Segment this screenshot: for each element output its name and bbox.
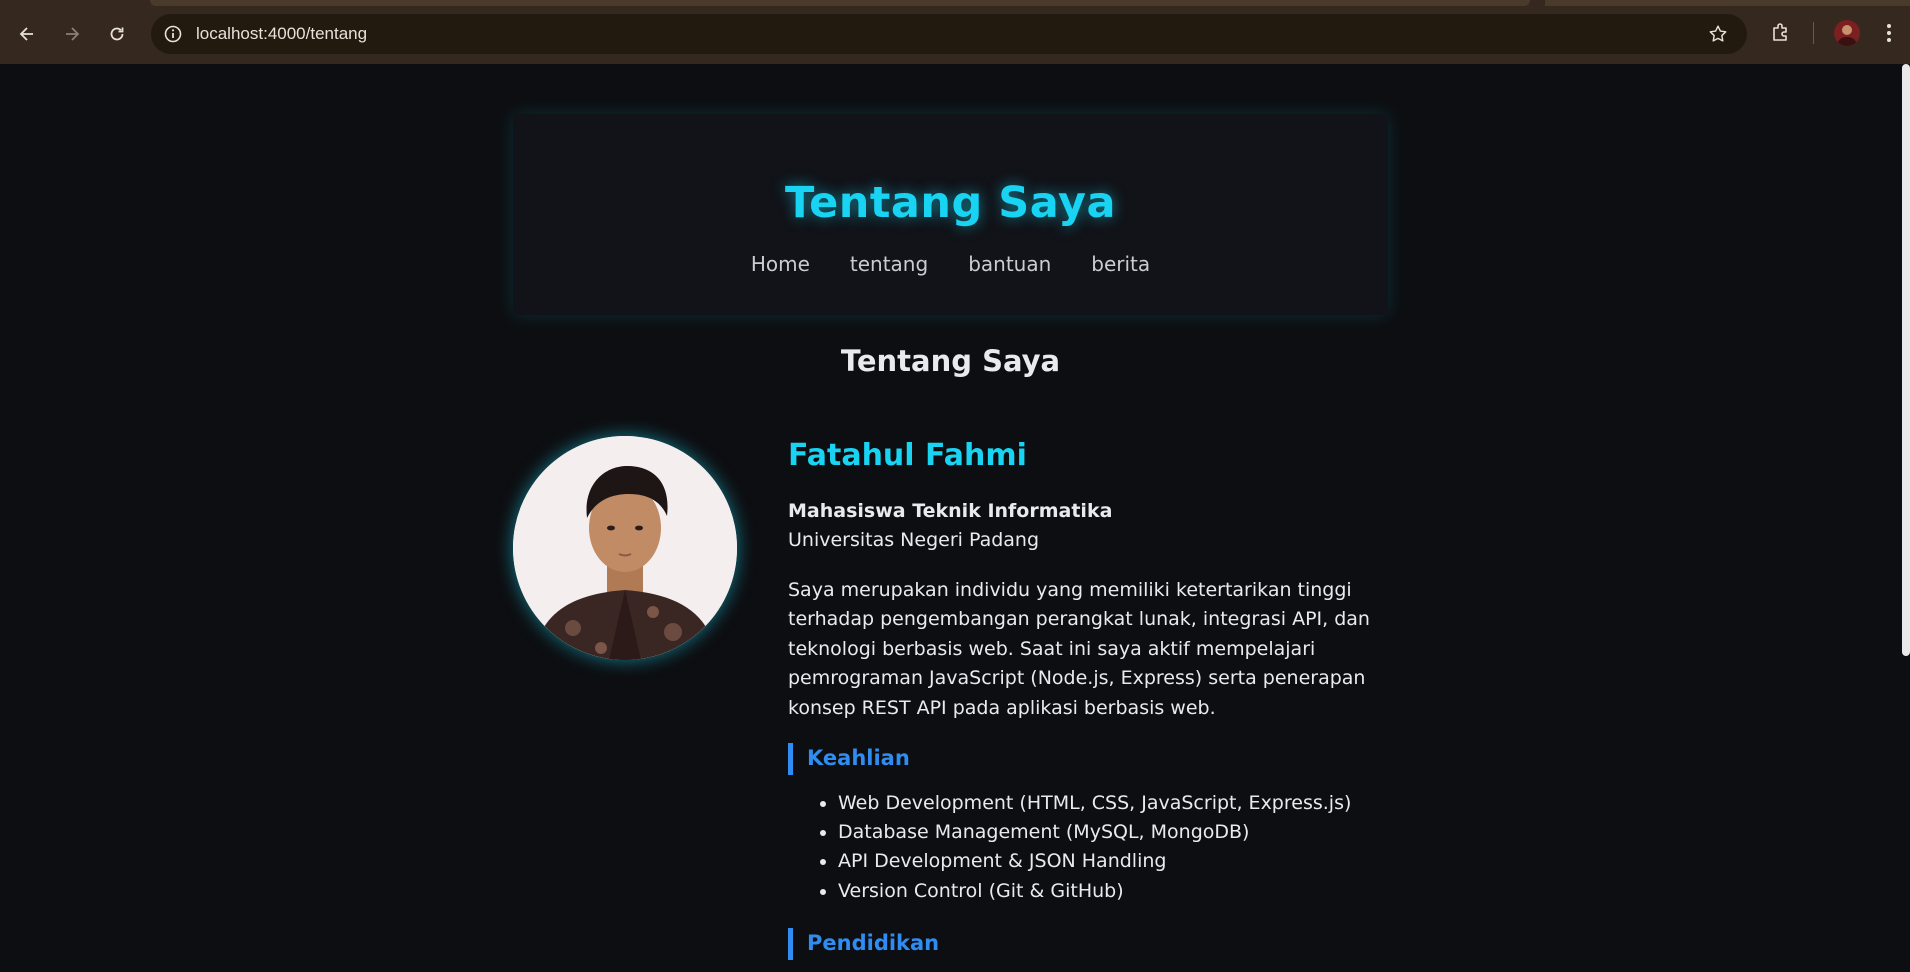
- nav-link-berita[interactable]: berita: [1091, 252, 1150, 276]
- profile-university: Universitas Negeri Padang: [788, 529, 1040, 552]
- education-heading: Pendidikan: [788, 928, 1388, 960]
- extensions-icon[interactable]: [1769, 20, 1793, 44]
- nav-link-home[interactable]: Home: [751, 252, 810, 276]
- nav-link-bantuan[interactable]: bantuan: [968, 252, 1051, 276]
- nav-link-tentang[interactable]: tentang: [850, 252, 928, 276]
- profile-bio: Fatahul Fahmi Mahasiswa Teknik Informati…: [788, 436, 1388, 960]
- reload-icon[interactable]: [100, 17, 134, 51]
- section-title: Tentang Saya: [840, 344, 1061, 378]
- tab-strip-right: [1545, 0, 1910, 6]
- site-title: Tentang Saya: [784, 178, 1117, 228]
- profile-name: Fatahul Fahmi: [788, 438, 1027, 473]
- site-info-icon[interactable]: [163, 24, 183, 44]
- tab-strip: [150, 0, 1530, 6]
- profile-photo: [513, 436, 737, 660]
- page-content: Tentang Saya Home tentang bantuan berita…: [0, 64, 1910, 972]
- profile-description: Saya merupakan individu yang memiliki ke…: [788, 578, 1370, 719]
- skill-item: API Development & JSON Handling: [838, 847, 1388, 876]
- site-header: Tentang Saya Home tentang bantuan berita: [513, 114, 1388, 315]
- browser-toolbar: localhost:4000/tentang: [0, 0, 1910, 64]
- skill-item: Web Development (HTML, CSS, JavaScript, …: [838, 789, 1388, 818]
- skills-heading: Keahlian: [788, 743, 1388, 775]
- main-nav: Home tentang bantuan berita: [513, 252, 1388, 276]
- profile-role: Mahasiswa Teknik Informatika: [788, 500, 1113, 522]
- url-text[interactable]: localhost:4000/tentang: [196, 24, 367, 44]
- skills-list: Web Development (HTML, CSS, JavaScript, …: [788, 789, 1388, 907]
- scrollbar-thumb[interactable]: [1902, 64, 1910, 656]
- skill-item: Version Control (Git & GitHub): [838, 877, 1388, 906]
- toolbar-divider: [1813, 22, 1814, 44]
- profile-avatar[interactable]: [1834, 20, 1860, 46]
- address-bar[interactable]: localhost:4000/tentang: [151, 14, 1747, 54]
- page-scrollbar[interactable]: [1902, 64, 1910, 972]
- forward-icon[interactable]: [55, 17, 89, 51]
- bookmark-star-icon[interactable]: [1707, 23, 1729, 45]
- more-menu-icon[interactable]: [1882, 20, 1896, 46]
- skill-item: Database Management (MySQL, MongoDB): [838, 818, 1388, 847]
- back-icon[interactable]: [10, 17, 44, 51]
